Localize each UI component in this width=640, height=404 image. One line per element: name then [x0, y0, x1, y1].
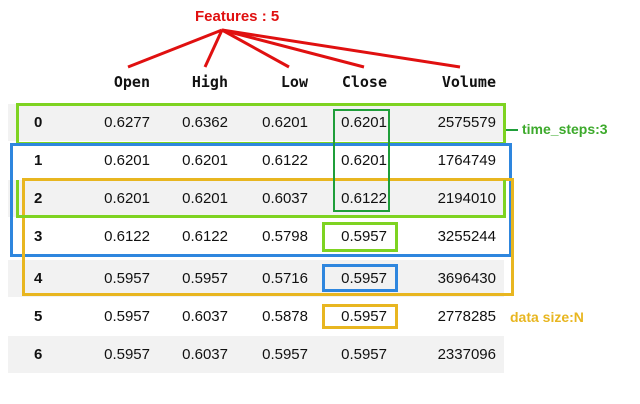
table-row: 5 0.5957 0.6037 0.5878 0.5957 2778285: [8, 298, 504, 335]
close-target-box-green: [322, 222, 398, 252]
window-box-green-lower: [16, 180, 506, 218]
cell-open: 0.5957: [104, 346, 150, 363]
cell-low: 0.5957: [262, 346, 308, 363]
column-header-close: Close: [341, 73, 387, 91]
column-header-volume: Volume: [441, 73, 496, 91]
cell-low: 0.5878: [262, 308, 308, 325]
row-index: 5: [34, 308, 43, 325]
cell-high: 0.6037: [182, 346, 228, 363]
cell-high: 0.6037: [182, 308, 228, 325]
cell-volume: 2337096: [437, 346, 496, 363]
column-header-low: Low: [280, 73, 308, 91]
cell-volume: 2778285: [437, 308, 496, 325]
window-box-green: [16, 103, 506, 145]
close-window-box: [333, 109, 390, 212]
table-header: Open High Low Close Volume: [8, 64, 504, 101]
sliding-window-diagram: Features : 5 Open High Low Close Volume …: [0, 0, 640, 404]
close-target-box-blue: [322, 264, 398, 292]
cell-close: 0.5957: [341, 346, 387, 363]
cell-open: 0.5957: [104, 308, 150, 325]
column-header-open: Open: [113, 73, 150, 91]
column-header-high: High: [191, 73, 228, 91]
table-row: 6 0.5957 0.6037 0.5957 0.5957 2337096: [8, 336, 504, 373]
close-target-box-yellow: [322, 304, 398, 329]
time-steps-annotation: time_steps:3: [522, 121, 608, 137]
row-index: 6: [34, 346, 43, 363]
data-size-annotation: data size:N: [510, 309, 584, 325]
features-annotation: Features : 5: [195, 8, 280, 25]
